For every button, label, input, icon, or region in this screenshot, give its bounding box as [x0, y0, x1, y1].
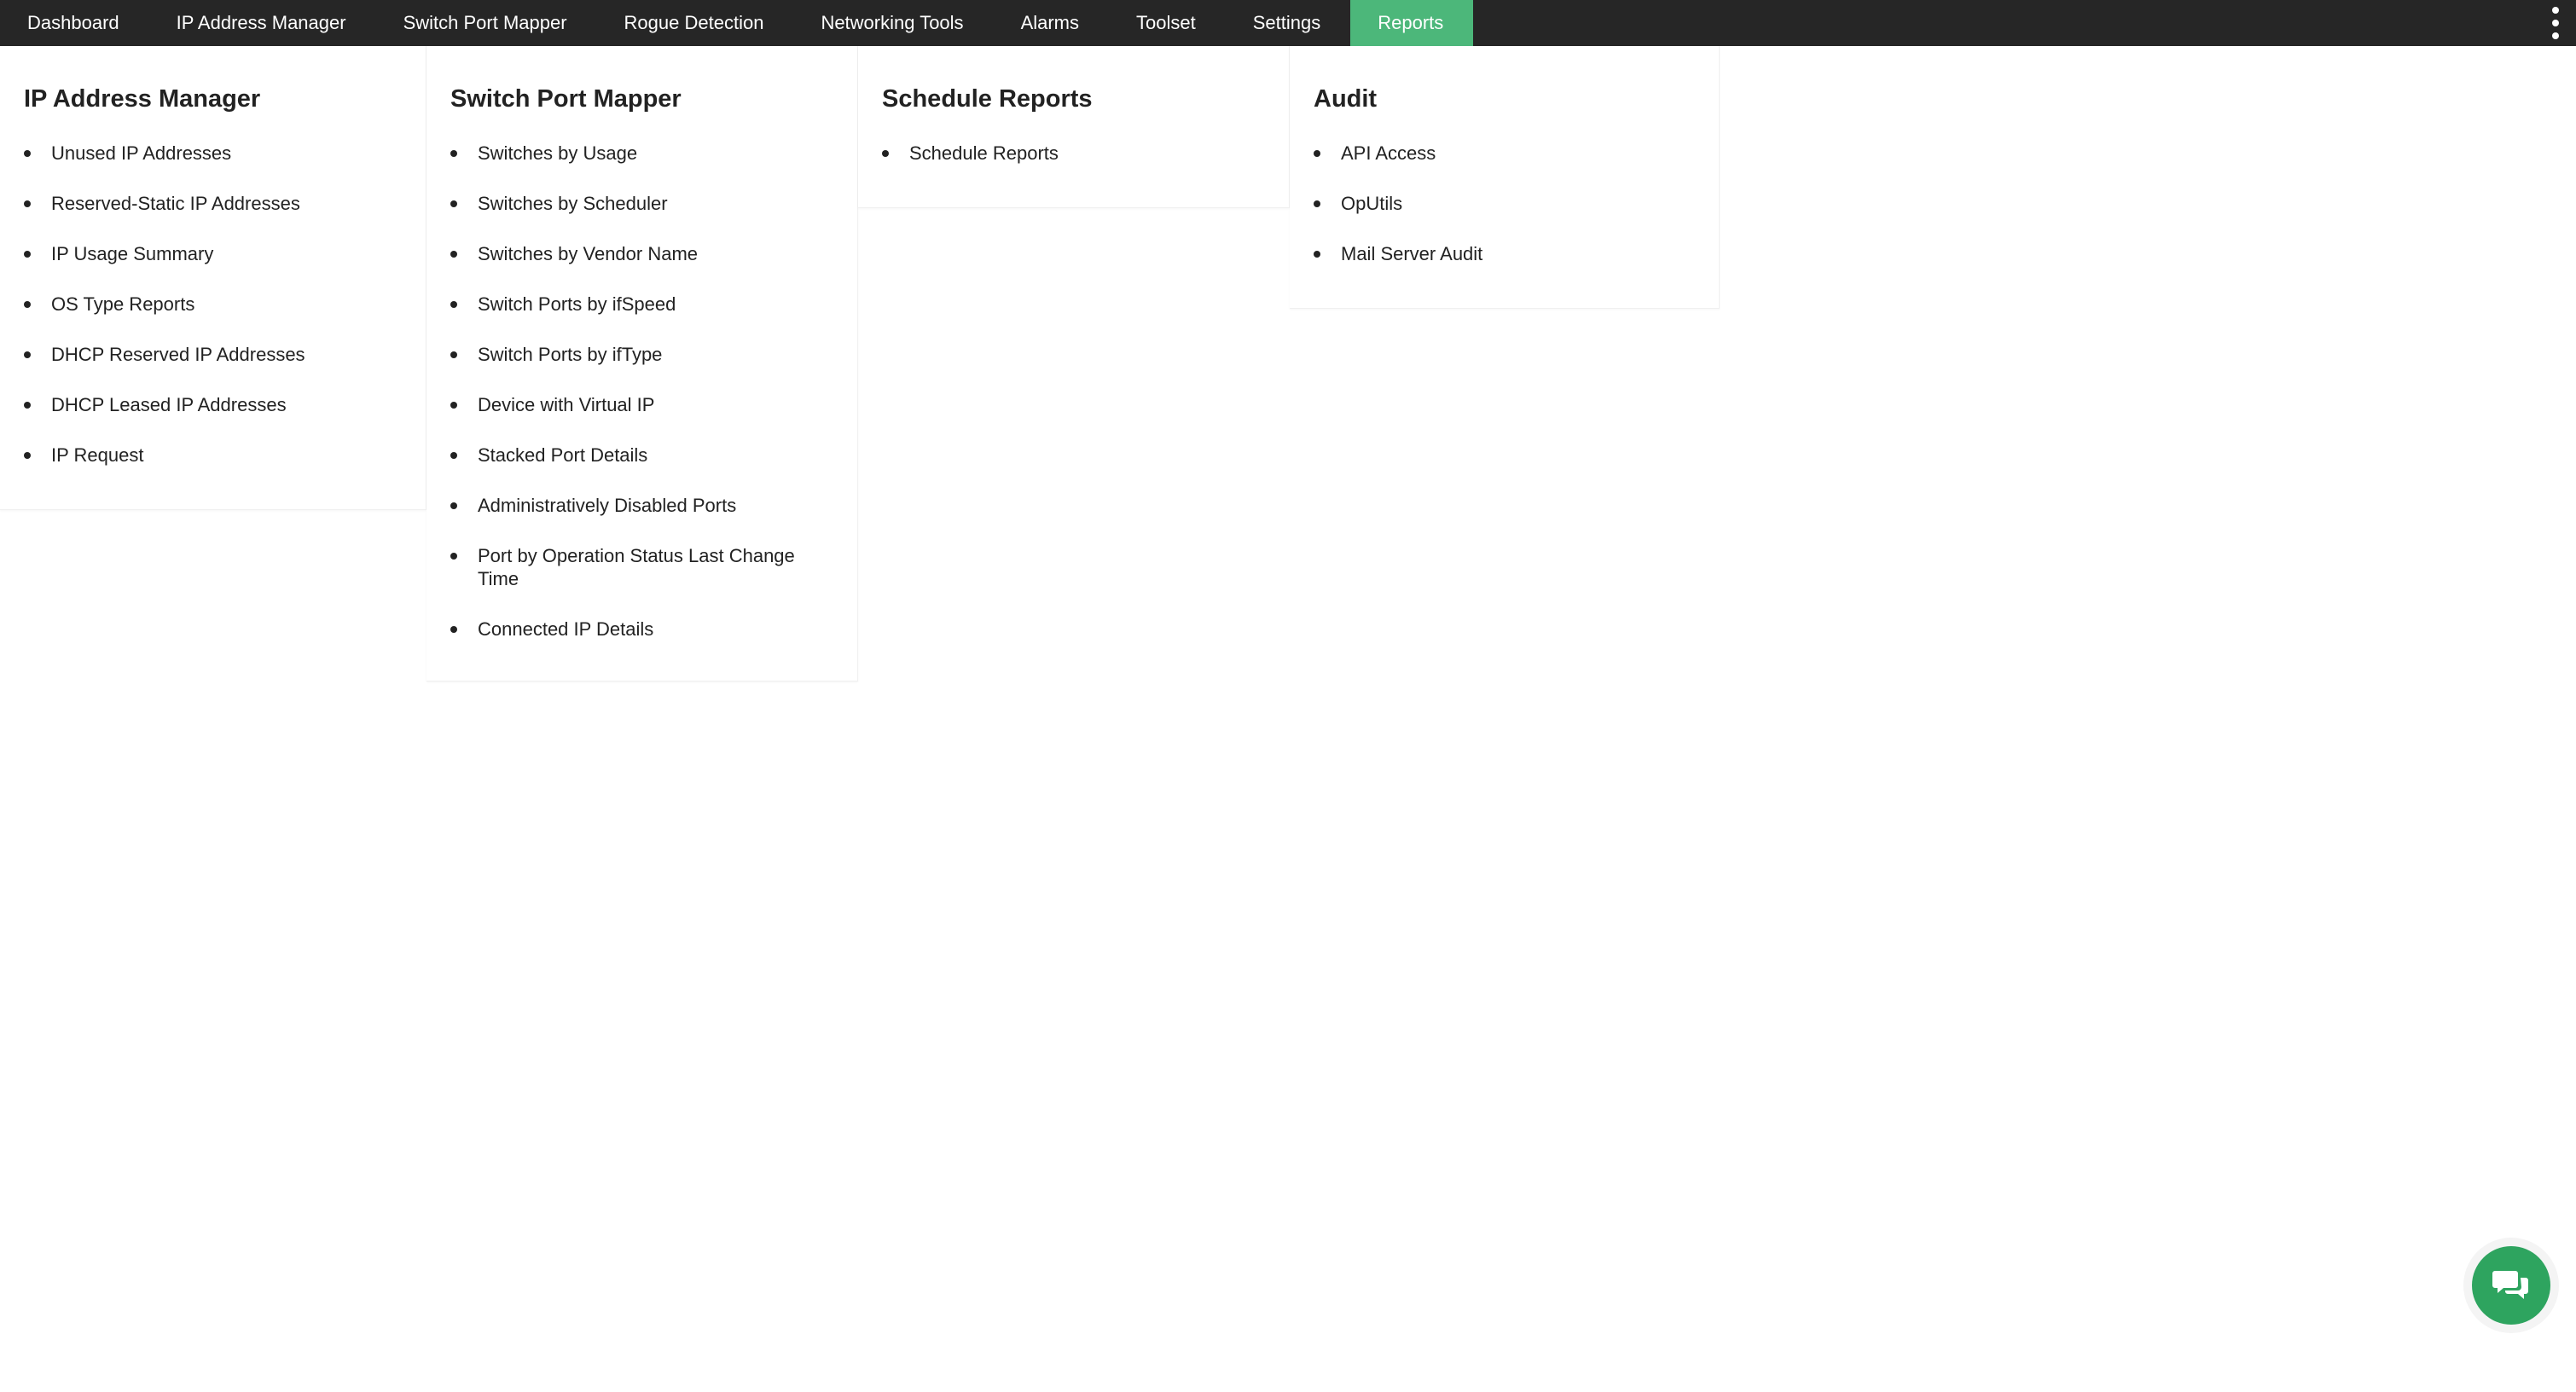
report-link-device-with-virtual-ip[interactable]: Device with Virtual IP	[450, 393, 827, 416]
report-link-reserved-static-ip-addresses[interactable]: Reserved-Static IP Addresses	[24, 192, 409, 215]
nav-tab-rogue-detection[interactable]: Rogue Detection	[597, 0, 794, 46]
report-link-stacked-port-details[interactable]: Stacked Port Details	[450, 444, 827, 467]
kebab-dot	[2552, 32, 2559, 39]
report-link-switches-by-usage[interactable]: Switches by Usage	[450, 142, 827, 165]
reports-panel-switch-port-mapper: Switch Port Mapper Switches by Usage Swi…	[426, 46, 858, 682]
report-link-switch-ports-by-ifspeed[interactable]: Switch Ports by ifSpeed	[450, 293, 827, 316]
report-link-oputils[interactable]: OpUtils	[1314, 192, 1702, 215]
nav-tab-switch-port-mapper[interactable]: Switch Port Mapper	[376, 0, 597, 46]
panel-title: Switch Port Mapper	[450, 85, 682, 113]
report-list: Unused IP Addresses Reserved-Static IP A…	[24, 142, 409, 494]
panel-title: Audit	[1314, 85, 1378, 113]
nav-tab-reports[interactable]: Reports	[1350, 0, 1474, 46]
report-link-ip-request[interactable]: IP Request	[24, 444, 409, 467]
kebab-menu-icon[interactable]	[2549, 7, 2562, 39]
report-link-schedule-reports[interactable]: Schedule Reports	[882, 142, 1272, 165]
report-link-switch-ports-by-iftype[interactable]: Switch Ports by ifType	[450, 343, 827, 366]
report-link-switches-by-vendor-name[interactable]: Switches by Vendor Name	[450, 242, 827, 265]
report-link-unused-ip-addresses[interactable]: Unused IP Addresses	[24, 142, 409, 165]
nav-tab-toolset[interactable]: Toolset	[1109, 0, 1226, 46]
top-nav-bar: Dashboard IP Address Manager Switch Port…	[0, 0, 2576, 46]
report-list: Switches by Usage Switches by Scheduler …	[450, 142, 827, 668]
report-list: API Access OpUtils Mail Server Audit	[1314, 142, 1702, 293]
report-link-mail-server-audit[interactable]: Mail Server Audit	[1314, 242, 1702, 265]
report-list: Schedule Reports	[882, 142, 1272, 192]
report-link-connected-ip-details[interactable]: Connected IP Details	[450, 618, 827, 641]
report-link-port-by-operation-status-last-change-time[interactable]: Port by Operation Status Last Change Tim…	[450, 544, 827, 590]
report-link-os-type-reports[interactable]: OS Type Reports	[24, 293, 409, 316]
kebab-dot	[2552, 7, 2559, 14]
panel-title: IP Address Manager	[24, 85, 261, 113]
nav-tab-networking-tools[interactable]: Networking Tools	[793, 0, 993, 46]
report-link-api-access[interactable]: API Access	[1314, 142, 1702, 165]
nav-tab-dashboard[interactable]: Dashboard	[0, 0, 149, 46]
report-link-switches-by-scheduler[interactable]: Switches by Scheduler	[450, 192, 827, 215]
report-link-dhcp-leased-ip-addresses[interactable]: DHCP Leased IP Addresses	[24, 393, 409, 416]
reports-panel-schedule-reports: Schedule Reports Schedule Reports	[858, 46, 1290, 208]
report-link-administratively-disabled-ports[interactable]: Administratively Disabled Ports	[450, 494, 827, 517]
chat-button[interactable]	[2472, 1246, 2550, 1325]
nav-tab-alarms[interactable]: Alarms	[994, 0, 1109, 46]
reports-panel-audit: Audit API Access OpUtils Mail Server Aud…	[1290, 46, 1720, 309]
report-link-dhcp-reserved-ip-addresses[interactable]: DHCP Reserved IP Addresses	[24, 343, 409, 366]
report-link-ip-usage-summary[interactable]: IP Usage Summary	[24, 242, 409, 265]
chat-bubbles-icon	[2492, 1271, 2528, 1299]
kebab-dot	[2552, 20, 2559, 26]
nav-tab-ip-address-manager[interactable]: IP Address Manager	[149, 0, 376, 46]
reports-panel-ip-address-manager: IP Address Manager Unused IP Addresses R…	[0, 46, 426, 510]
nav-tab-settings[interactable]: Settings	[1226, 0, 1351, 46]
panel-title: Schedule Reports	[882, 85, 1093, 113]
